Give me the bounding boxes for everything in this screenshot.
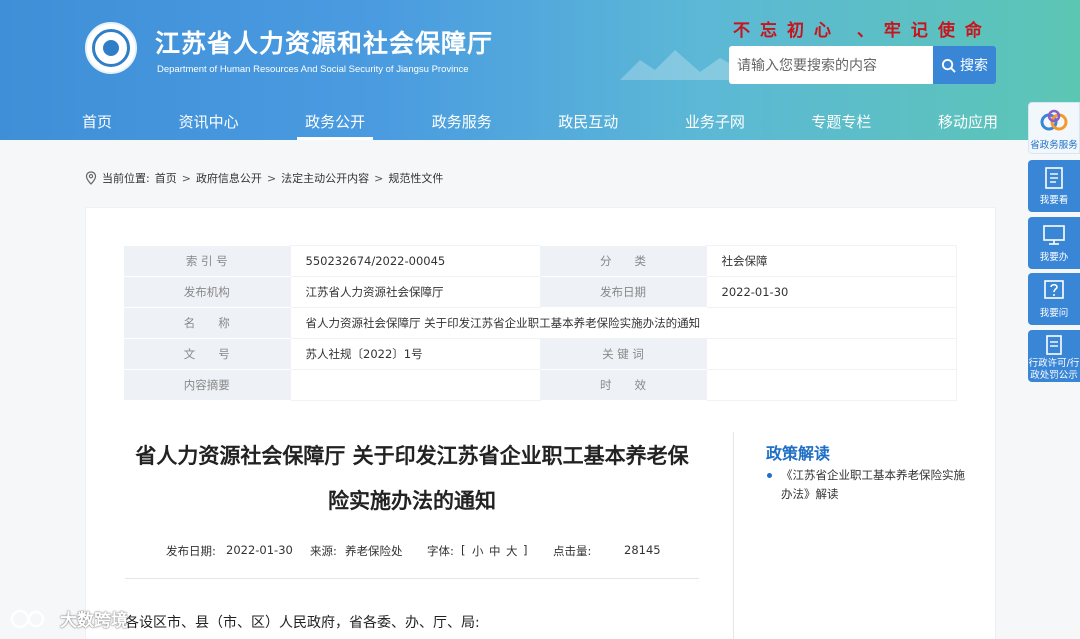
- float-gov-service[interactable]: 省政务服务: [1028, 102, 1080, 154]
- question-icon: [1044, 280, 1064, 299]
- main-nav: 首页 资讯中心 政务公开 政务服务 政民互动 业务子网 专题专栏 移动应用: [70, 101, 1010, 140]
- float-handle[interactable]: 我要办: [1028, 217, 1080, 269]
- article-source: 养老保险处: [345, 544, 403, 558]
- department-logo[interactable]: [85, 22, 137, 74]
- table-row: 文 号 苏人社规〔2022〕1号 关 键 词: [124, 338, 957, 370]
- sidebar-divider: [733, 432, 734, 639]
- font-medium-button[interactable]: 中: [489, 543, 501, 559]
- breadcrumb: 当前位置: 首页 > 政府信息公开 > 法定主动公开内容 > 规范性文件: [85, 170, 443, 186]
- nav-item-gov-services[interactable]: 政务服务: [420, 101, 504, 140]
- float-label: 行政许可/行政处罚公示: [1028, 358, 1080, 381]
- article-divider: [125, 578, 699, 579]
- nav-item-gov-affairs[interactable]: 政务公开: [293, 101, 377, 140]
- breadcrumb-gov-info[interactable]: 政府信息公开: [196, 170, 262, 186]
- meta-value-keyword: [705, 338, 957, 370]
- watermark-logo-icon: [10, 609, 45, 628]
- nav-item-news[interactable]: 资讯中心: [167, 101, 251, 140]
- service-logo-icon: [1040, 109, 1068, 131]
- table-row: 发布机构 江苏省人力资源社会保障厅 发布日期 2022-01-30: [124, 276, 957, 308]
- article-date-label: 发布日期:: [166, 544, 216, 558]
- float-label: 我要问: [1039, 308, 1069, 319]
- breadcrumb-public-content[interactable]: 法定主动公开内容: [281, 170, 369, 186]
- meta-label-summary: 内容摘要: [124, 369, 290, 401]
- interpretation-link[interactable]: 《江苏省企业职工基本养老保险实施办法》解读: [767, 466, 967, 504]
- search-button[interactable]: 搜索: [933, 46, 996, 84]
- float-label: 省政务服务: [1030, 140, 1078, 151]
- table-row: 名 称 省人力资源社会保障厅 关于印发江苏省企业职工基本养老保险实施办法的通知: [124, 307, 957, 339]
- site-subtitle: Department of Human Resources And Social…: [157, 64, 469, 75]
- font-bracket-close: ]: [523, 543, 528, 557]
- document-meta-table: 索 引 号 550232674/2022-00045 分 类 社会保障 发布机构…: [124, 245, 957, 401]
- table-row: 索 引 号 550232674/2022-00045 分 类 社会保障: [124, 245, 957, 277]
- hits-count: 28145: [624, 543, 661, 557]
- search-button-label: 搜索: [960, 57, 988, 73]
- font-size-label: 字体:: [427, 544, 454, 558]
- breadcrumb-normative-docs[interactable]: 规范性文件: [388, 170, 443, 186]
- article-body: 各设区市、县（市、区）人民政府，省各委、办、厅、局:: [125, 615, 480, 631]
- nav-item-topics[interactable]: 专题专栏: [799, 101, 883, 140]
- interpretation-title: 政策解读: [766, 444, 831, 463]
- nav-item-subsites[interactable]: 业务子网: [673, 101, 757, 140]
- meta-label-index: 索 引 号: [124, 245, 290, 277]
- font-large-button[interactable]: 大: [506, 543, 518, 559]
- font-small-button[interactable]: 小: [472, 543, 484, 559]
- float-label: 我要看: [1039, 195, 1069, 206]
- breadcrumb-prefix: 当前位置:: [102, 172, 150, 185]
- watermark: 大数跨境: [10, 606, 128, 631]
- meta-label-name: 名 称: [124, 307, 290, 339]
- meta-value-docno: 苏人社规〔2022〕1号: [289, 338, 541, 370]
- font-bracket-open: [: [461, 543, 466, 557]
- meta-value-date: 2022-01-30: [705, 276, 957, 308]
- book-icon: [1045, 167, 1063, 189]
- article-title: 省人力资源社会保障厅 关于印发江苏省企业职工基本养老保险实施办法的通知: [135, 444, 689, 513]
- site-title[interactable]: 江苏省人力资源和社会保障厅: [155, 24, 493, 60]
- meta-label-docno: 文 号: [124, 338, 290, 370]
- float-ask[interactable]: 我要问: [1028, 273, 1080, 325]
- breadcrumb-separator: >: [374, 171, 384, 185]
- breadcrumb-home[interactable]: 首页: [155, 170, 177, 186]
- float-label: 我要办: [1039, 252, 1069, 263]
- float-license-publicity[interactable]: 行政许可/行政处罚公示: [1028, 330, 1080, 382]
- breadcrumb-separator: >: [266, 171, 277, 185]
- hits-label: 点击量:: [553, 544, 592, 558]
- nav-item-mobile[interactable]: 移动应用: [926, 101, 1010, 140]
- article-date: 2022-01-30: [226, 543, 293, 557]
- nav-item-home[interactable]: 首页: [70, 101, 124, 140]
- breadcrumb-separator: >: [181, 171, 191, 185]
- meta-value-publisher: 江苏省人力资源社会保障厅: [289, 276, 541, 308]
- location-pin-icon: [85, 171, 97, 185]
- meta-value-category: 社会保障: [705, 245, 957, 277]
- meta-value-name: 省人力资源社会保障厅 关于印发江苏省企业职工基本养老保险实施办法的通知: [289, 307, 957, 339]
- meta-value-validity: [705, 369, 957, 401]
- table-row: 内容摘要 时 效: [124, 369, 957, 401]
- meta-label-publisher: 发布机构: [124, 276, 290, 308]
- meta-label-date: 发布日期: [540, 276, 706, 308]
- search-icon: [941, 58, 956, 73]
- nav-item-interaction[interactable]: 政民互动: [546, 101, 630, 140]
- meta-label-validity: 时 效: [540, 369, 706, 401]
- monitor-icon: [1043, 225, 1065, 245]
- meta-value-summary: [289, 369, 541, 401]
- slogan: 不忘初心 、牢记使命: [733, 21, 992, 41]
- float-view[interactable]: 我要看: [1028, 160, 1080, 212]
- meta-label-category: 分 类: [540, 245, 706, 277]
- article-source-label: 来源:: [310, 544, 337, 558]
- meta-label-keyword: 关 键 词: [540, 338, 706, 370]
- site-header: 江苏省人力资源和社会保障厅 Department of Human Resour…: [0, 0, 1080, 140]
- search-input[interactable]: [729, 46, 933, 84]
- meta-value-index: 550232674/2022-00045: [289, 245, 541, 277]
- watermark-text: 大数跨境: [60, 611, 128, 631]
- clipboard-icon: [1046, 335, 1062, 355]
